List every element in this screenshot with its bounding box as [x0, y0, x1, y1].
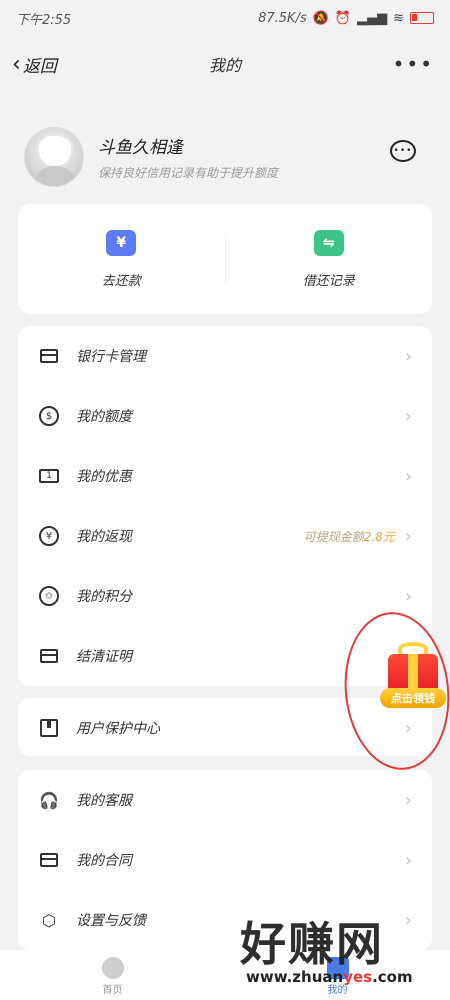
contract-icon — [38, 849, 60, 871]
message-icon[interactable]: ••• — [390, 140, 416, 162]
tab-home[interactable]: 首页 — [0, 957, 225, 996]
battery-icon — [410, 12, 434, 24]
menu-item-coupons[interactable]: 1 我的优惠 › — [18, 446, 432, 506]
printer-icon — [38, 645, 60, 667]
username: 斗鱼久相逢 — [98, 138, 183, 158]
avatar[interactable] — [24, 127, 84, 187]
chevron-right-icon: › — [404, 849, 412, 871]
profile-header[interactable]: 斗鱼久相逢 保持良好信用记录有助于提升额度 ••• — [24, 124, 424, 190]
headset-icon: 🎧 — [39, 790, 59, 810]
bank-card-icon — [38, 345, 60, 367]
chevron-right-icon: › — [404, 345, 412, 367]
repay-button[interactable]: ¥ 去还款 — [18, 204, 225, 314]
menu-card-support: 🎧 我的客服 › 我的合同 › ⬡ 设置与反馈 › — [18, 770, 432, 950]
menu-item-label: 银行卡管理 — [76, 349, 146, 365]
settings-icon: ⬡ — [42, 910, 56, 930]
menu-item-label: 我的优惠 — [76, 469, 132, 485]
money-bag-icon: $ — [38, 405, 60, 427]
nav-bar: ‹ 返回 我的 ••• — [0, 40, 450, 88]
mute-icon: 🔕 — [312, 10, 329, 26]
page-title: 我的 — [208, 56, 241, 75]
cashback-amount: 2.8元 — [363, 529, 395, 544]
menu-item-label: 我的额度 — [76, 409, 132, 425]
menu-item-credit-limit[interactable]: $ 我的额度 › — [18, 386, 432, 446]
menu-item-customer-service[interactable]: 🎧 我的客服 › — [18, 770, 432, 830]
exchange-icon: ⇋ — [313, 229, 344, 256]
menu-item-label: 设置与反馈 — [76, 913, 146, 929]
points-icon: ✩ — [38, 585, 60, 607]
tab-mine[interactable]: 我的 — [225, 957, 450, 996]
wifi-icon: ≋ — [393, 10, 404, 26]
gift-label: 点击领钱 — [380, 688, 446, 708]
chevron-left-icon: ‹ — [12, 51, 21, 77]
home-icon — [101, 957, 124, 979]
coupon-icon: 1 — [38, 465, 60, 487]
cashback-icon: ¥ — [38, 525, 60, 547]
back-button[interactable]: ‹ 返回 — [12, 52, 57, 77]
profile-subtitle: 保持良好信用记录有助于提升额度 — [98, 166, 279, 180]
menu-item-settings-feedback[interactable]: ⬡ 设置与反馈 › — [18, 890, 432, 950]
bottom-tab-bar: 首页 我的 — [0, 950, 450, 1000]
menu-item-contracts[interactable]: 我的合同 › — [18, 830, 432, 890]
chevron-right-icon: › — [404, 909, 412, 931]
loan-records-button[interactable]: ⇋ 借还记录 — [226, 204, 433, 314]
chevron-right-icon: › — [404, 465, 412, 487]
loan-records-label: 借还记录 — [302, 273, 355, 289]
tab-label: 我的 — [327, 985, 348, 996]
back-label: 返回 — [22, 56, 57, 77]
more-options-icon[interactable]: ••• — [393, 52, 434, 76]
quick-actions-card: ¥ 去还款 ⇋ 借还记录 — [18, 204, 432, 314]
network-speed: 87.5K/s — [258, 10, 307, 26]
status-bar: 下午2:55 87.5K/s 🔕 ⏰ ▂▄▆ ≋ — [0, 0, 450, 36]
signal-icon: ▂▄▆ — [357, 10, 388, 26]
shield-icon — [38, 717, 60, 739]
menu-item-label: 我的积分 — [76, 589, 132, 605]
tab-label: 首页 — [102, 985, 123, 996]
gift-button[interactable]: 点击领钱 — [378, 640, 448, 710]
alarm-icon: ⏰ — [334, 10, 352, 26]
menu-item-label: 我的客服 — [76, 793, 132, 809]
repay-label: 去还款 — [101, 273, 141, 289]
status-icons: 87.5K/s 🔕 ⏰ ▂▄▆ ≋ — [258, 11, 434, 26]
user-icon — [326, 957, 349, 979]
chevron-right-icon: › — [404, 525, 412, 547]
menu-item-cashback[interactable]: ¥ 我的返现 可提现金额2.8元 › — [18, 506, 432, 566]
chevron-right-icon: › — [404, 585, 412, 607]
chevron-right-icon: › — [404, 405, 412, 427]
status-time: 下午2:55 — [16, 12, 72, 28]
cashback-available: 可提现金额2.8元 — [304, 528, 395, 545]
menu-item-points[interactable]: ✩ 我的积分 › — [18, 566, 432, 626]
menu-item-label: 我的合同 — [76, 853, 132, 869]
profile-text: 斗鱼久相逢 保持良好信用记录有助于提升额度 — [98, 133, 278, 181]
chevron-right-icon: › — [404, 789, 412, 811]
menu-item-label: 我的返现 — [76, 529, 132, 545]
yuan-icon: ¥ — [106, 229, 137, 256]
menu-item-bank-cards[interactable]: 银行卡管理 › — [18, 326, 432, 386]
cashback-text: 可提现金额 — [303, 529, 364, 544]
